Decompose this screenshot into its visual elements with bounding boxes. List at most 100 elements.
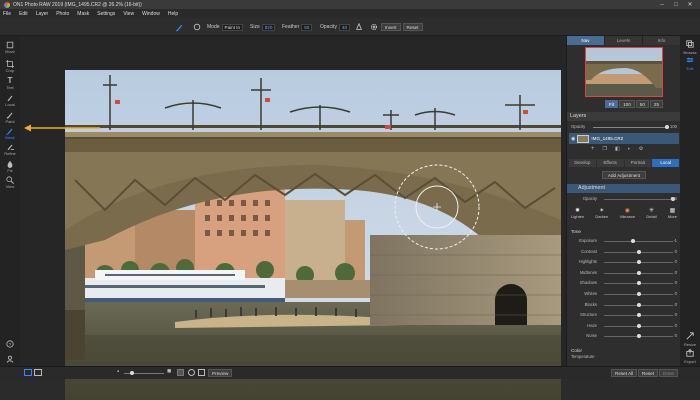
tool-fix[interactable]: Fix (0, 159, 20, 173)
reset-mask-button[interactable]: Reset (402, 23, 423, 31)
tab-nav[interactable]: Nav (567, 36, 605, 45)
slider-knob[interactable] (636, 302, 641, 307)
tool-mask[interactable]: Mask (0, 126, 20, 140)
zoom-fit-button[interactable]: Fit (605, 100, 619, 108)
slider-contrast[interactable]: Contrast 0 (571, 249, 677, 256)
module-resize[interactable]: Resize (680, 332, 700, 347)
tab-effects[interactable]: Effects (596, 159, 624, 167)
tab-develop[interactable]: Develop (569, 159, 596, 167)
reset-button[interactable]: Reset (638, 369, 659, 377)
tab-local[interactable]: Local (652, 159, 679, 167)
mode-dropdown[interactable]: Paint In (221, 23, 244, 31)
menu-settings[interactable]: Settings (97, 11, 115, 17)
single-view-icon[interactable] (24, 369, 32, 376)
slider-knob[interactable] (630, 239, 635, 243)
tool-local[interactable]: Local (0, 93, 20, 107)
tab-info[interactable]: Info (643, 36, 681, 45)
image-canvas[interactable] (20, 36, 566, 400)
slider-knob[interactable] (636, 313, 641, 318)
reset-all-button[interactable]: Reset All (611, 369, 638, 377)
tool-crop[interactable]: Crop (0, 59, 20, 73)
preset-detail[interactable]: ✳ Detail (646, 207, 656, 219)
module-edit[interactable]: Edit (680, 56, 700, 71)
slider-track[interactable] (604, 241, 673, 242)
menu-view[interactable]: View (123, 11, 134, 17)
menu-edit[interactable]: Edit (19, 11, 28, 17)
pressure-icon[interactable] (355, 22, 363, 32)
layers-header[interactable]: Layers (567, 112, 681, 121)
done-button[interactable]: Done (659, 369, 678, 377)
mask-layer-icon[interactable]: ◐ (628, 146, 631, 152)
slider-exposure[interactable]: Exposure -1 (571, 238, 677, 245)
slider-noise[interactable]: Noise 0 (571, 333, 677, 340)
eye-icon[interactable]: ◉ (571, 136, 575, 142)
add-layer-icon[interactable]: + (591, 146, 595, 152)
slider-knob[interactable] (636, 334, 641, 339)
merge-layer-icon[interactable]: ◧ (615, 146, 620, 152)
preview-button[interactable]: Preview (208, 369, 233, 377)
menu-file[interactable]: File (3, 11, 11, 17)
fill-icon[interactable] (177, 369, 184, 376)
slider-haze[interactable]: Haze 0 (571, 323, 677, 330)
layer-row[interactable]: ◉ IMG_1495.CR2 (569, 133, 679, 144)
zoom-slider-knob[interactable] (130, 371, 134, 375)
minimize-button[interactable]: – (656, 0, 668, 9)
slider-knob[interactable] (636, 260, 641, 265)
tab-levels[interactable]: Levels (605, 36, 643, 45)
tool-paint[interactable]: Paint (0, 110, 20, 124)
photo-preview[interactable] (65, 70, 561, 400)
preset-vibrance[interactable]: ◉ Vibrance (619, 207, 635, 219)
navigator-thumbnail[interactable] (585, 47, 663, 97)
slider-whites[interactable]: Whites 0 (571, 291, 677, 298)
slider-highlights[interactable]: Highlights 0 (571, 259, 677, 266)
tool-refine[interactable]: Refine (0, 142, 20, 156)
slider-midtones[interactable]: Midtones 0 (571, 270, 677, 277)
preset-more[interactable]: ▦ More (668, 207, 677, 219)
slider-knob[interactable] (636, 270, 641, 275)
tool-text[interactable]: T Text (0, 76, 20, 90)
mask-view-icon[interactable] (188, 369, 195, 376)
settings-gear-icon[interactable] (370, 22, 378, 32)
preset-darken[interactable]: ✶ Darken (595, 207, 608, 219)
tab-portrait[interactable]: Portrait (624, 159, 652, 167)
slider-knob[interactable] (636, 323, 641, 328)
zoom-out-icon[interactable]: ▪ (117, 369, 119, 375)
layer-opacity-slider[interactable]: Opacity 100 (571, 124, 677, 131)
compare-view-icon[interactable] (34, 369, 42, 376)
menu-window[interactable]: Window (142, 11, 160, 17)
slider-knob[interactable] (636, 281, 641, 286)
adjustment-opacity-slider[interactable]: Opacity 100 (571, 196, 677, 203)
slider-structure[interactable]: Structure 0 (571, 312, 677, 319)
zoom-in-icon[interactable]: ■ (167, 368, 171, 375)
help-button[interactable]: ? (0, 339, 20, 348)
opacity-field[interactable]: 40 (338, 23, 351, 31)
menu-help[interactable]: Help (168, 11, 178, 17)
zoom-50-button[interactable]: 50 (635, 100, 649, 108)
add-adjustment-button[interactable]: Add Adjustment (602, 171, 646, 179)
slider-shadows[interactable]: Shadows 0 (571, 280, 677, 287)
invert-button[interactable]: Invert (381, 23, 401, 31)
menu-layer[interactable]: Layer (36, 11, 49, 17)
size-field[interactable]: 820 (261, 23, 276, 31)
menu-mask[interactable]: Mask (77, 11, 89, 17)
tool-view[interactable]: View (0, 175, 20, 189)
mask-brush-tool-icon[interactable] (175, 22, 184, 32)
zoom-100-button[interactable]: 100 (619, 100, 635, 108)
brush-mode-icon[interactable] (193, 22, 201, 32)
tool-move[interactable]: Move (0, 40, 20, 54)
adjustment-header[interactable]: Adjustment (567, 184, 681, 193)
module-browse[interactable]: Browse (680, 40, 700, 55)
layer-settings-icon[interactable]: ⚙ (639, 146, 643, 152)
zoom-25-button[interactable]: 25 (649, 100, 664, 108)
feather-field[interactable]: 50 (301, 23, 313, 31)
slider-knob[interactable] (636, 249, 641, 254)
close-button[interactable]: ✕ (684, 0, 696, 9)
duplicate-layer-icon[interactable]: ❐ (603, 146, 607, 152)
slider-knob[interactable] (636, 292, 641, 296)
preset-lighten[interactable]: ✹ Lighten (571, 207, 584, 219)
account-button[interactable] (0, 354, 20, 363)
module-export[interactable]: Export (680, 348, 700, 364)
maximize-button[interactable]: □ (670, 0, 682, 9)
menu-photo[interactable]: Photo (56, 11, 69, 17)
overlay-icon[interactable] (198, 369, 205, 376)
